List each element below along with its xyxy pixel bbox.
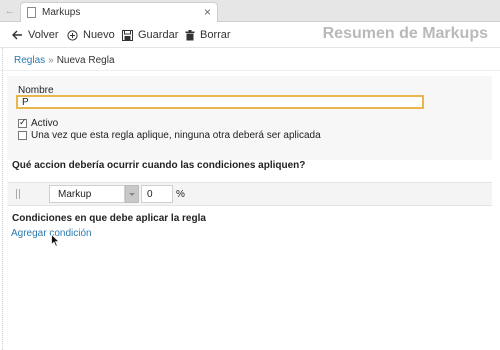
delete-button-label: Borrar	[200, 29, 231, 41]
page-heading: Resumen de Markups	[322, 25, 488, 42]
exclusive-label: Una vez que esta regla aplique, ninguna …	[31, 130, 321, 141]
exclusive-checkbox[interactable]	[18, 131, 27, 140]
active-checkbox[interactable]	[18, 117, 27, 128]
breadcrumb-separator: »	[48, 55, 54, 66]
amount-unit: %	[176, 189, 185, 200]
rule-form-panel	[8, 76, 492, 160]
save-button[interactable]: Guardar	[122, 28, 178, 42]
delete-button[interactable]: Borrar	[185, 28, 231, 42]
breadcrumb-current: Nueva Regla	[56, 55, 115, 66]
action-section-title: Qué accion debería ocurrir cuando las co…	[12, 160, 306, 171]
drag-handle-icon[interactable]	[16, 189, 20, 199]
breadcrumb-divider	[0, 70, 500, 71]
breadcrumb-reglas-link[interactable]: Reglas	[14, 55, 45, 66]
page-icon	[27, 7, 36, 18]
browser-tab-strip: ← Markups ×	[0, 0, 500, 22]
plus-circle-icon	[67, 29, 78, 41]
browser-back-icon[interactable]: ←	[4, 5, 16, 17]
close-icon[interactable]: ×	[204, 5, 211, 19]
tab-title: Markups	[42, 7, 81, 18]
name-input[interactable]	[16, 95, 424, 109]
action-type-select[interactable]: Markup	[49, 185, 125, 203]
back-button-label: Volver	[28, 29, 59, 41]
new-button-label: Nuevo	[83, 29, 115, 41]
amount-input[interactable]: 0	[141, 185, 173, 203]
toolbar: Volver Nuevo Guardar Borrar Resumen de M…	[0, 22, 500, 48]
save-disk-icon	[122, 29, 133, 41]
back-button[interactable]: Volver	[12, 28, 59, 42]
new-button[interactable]: Nuevo	[67, 28, 115, 42]
back-arrow-icon	[12, 30, 22, 40]
conditions-section-title: Condiciones en que debe aplicar la regla	[12, 213, 206, 224]
browser-tab[interactable]: Markups ×	[20, 2, 218, 22]
exclusive-checkbox-row[interactable]: Una vez que esta regla aplique, ninguna …	[18, 130, 321, 141]
active-label: Activo	[31, 118, 59, 129]
active-checkbox-row[interactable]: Activo	[18, 117, 59, 129]
save-button-label: Guardar	[138, 29, 179, 41]
mouse-cursor-icon	[51, 234, 60, 247]
breadcrumb: Reglas» Nueva Regla	[14, 55, 115, 66]
app-window: ← Markups × Volver Nuevo Guardar Borrar …	[0, 0, 500, 350]
chevron-down-icon[interactable]	[125, 185, 139, 203]
left-guide-line	[2, 48, 3, 350]
trash-icon	[185, 29, 195, 40]
